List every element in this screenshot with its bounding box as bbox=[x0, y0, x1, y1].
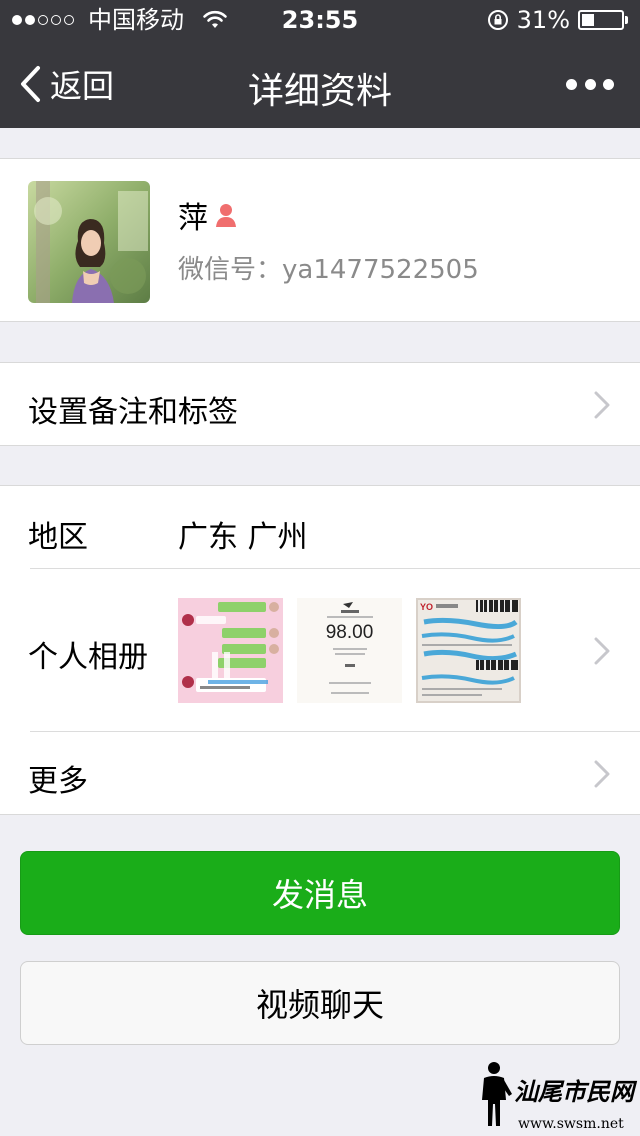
album-label: 个人相册 bbox=[28, 640, 148, 675]
album-thumbnail-payment[interactable]: 98.00 bbox=[297, 598, 402, 703]
watermark-figure-icon bbox=[482, 1062, 512, 1126]
back-chevron-icon bbox=[21, 66, 40, 102]
ellipsis-icon bbox=[566, 78, 577, 90]
more-options-button[interactable] bbox=[566, 70, 614, 98]
chevron-right-icon bbox=[594, 760, 610, 788]
payment-amount: 98.00 bbox=[325, 622, 374, 643]
status-bar: 中国移动 23:55 31% bbox=[0, 0, 640, 40]
album-thumbnail-chat[interactable] bbox=[178, 598, 283, 703]
rotation-lock-icon bbox=[487, 10, 508, 30]
back-button[interactable]: 返回 bbox=[18, 60, 114, 108]
profile-screen: 中国移动 23:55 31% 返回 详细资料 萍 微信号：ya147752250… bbox=[0, 0, 640, 1136]
nickname: 萍 bbox=[178, 201, 208, 236]
album-thumbnails: 98.00 YO bbox=[178, 598, 521, 703]
status-right: 31% bbox=[487, 6, 628, 34]
chevron-right-icon bbox=[594, 391, 610, 419]
watermark: 汕尾市民网 www.swsm.net bbox=[474, 1058, 634, 1132]
navigation-bar: 返回 详细资料 bbox=[0, 40, 640, 128]
album-thumbnail-shipping[interactable]: YO bbox=[416, 598, 521, 703]
female-icon bbox=[216, 204, 236, 227]
set-remark-label: 设置备注和标签 bbox=[28, 395, 238, 430]
region-label: 地区 bbox=[28, 520, 88, 555]
battery-percent: 31% bbox=[516, 6, 570, 34]
battery-icon bbox=[578, 10, 628, 30]
set-remark-row[interactable]: 设置备注和标签 bbox=[0, 362, 640, 446]
more-row[interactable]: 更多 bbox=[0, 732, 640, 816]
wechat-id: 微信号：ya1477522505 bbox=[178, 255, 479, 285]
profile-card[interactable]: 萍 微信号：ya1477522505 bbox=[0, 158, 640, 322]
details-card: 地区 广东 广州 个人相册 98.00 YO 更多 bbox=[0, 485, 640, 815]
watermark-url: www.swsm.net bbox=[518, 1116, 624, 1132]
svg-text:YO: YO bbox=[420, 602, 433, 612]
nickname-row: 萍 bbox=[178, 193, 240, 237]
watermark-title: 汕尾市民网 bbox=[514, 1077, 634, 1106]
avatar[interactable] bbox=[28, 181, 150, 303]
more-label: 更多 bbox=[28, 764, 88, 799]
back-label: 返回 bbox=[50, 67, 115, 105]
send-message-button[interactable]: 发消息 bbox=[20, 851, 620, 935]
top-bar: 中国移动 23:55 31% 返回 详细资料 bbox=[0, 0, 640, 128]
chevron-right-icon bbox=[594, 637, 610, 665]
region-value: 广东 广州 bbox=[178, 520, 308, 555]
video-chat-button[interactable]: 视频聊天 bbox=[20, 961, 620, 1045]
